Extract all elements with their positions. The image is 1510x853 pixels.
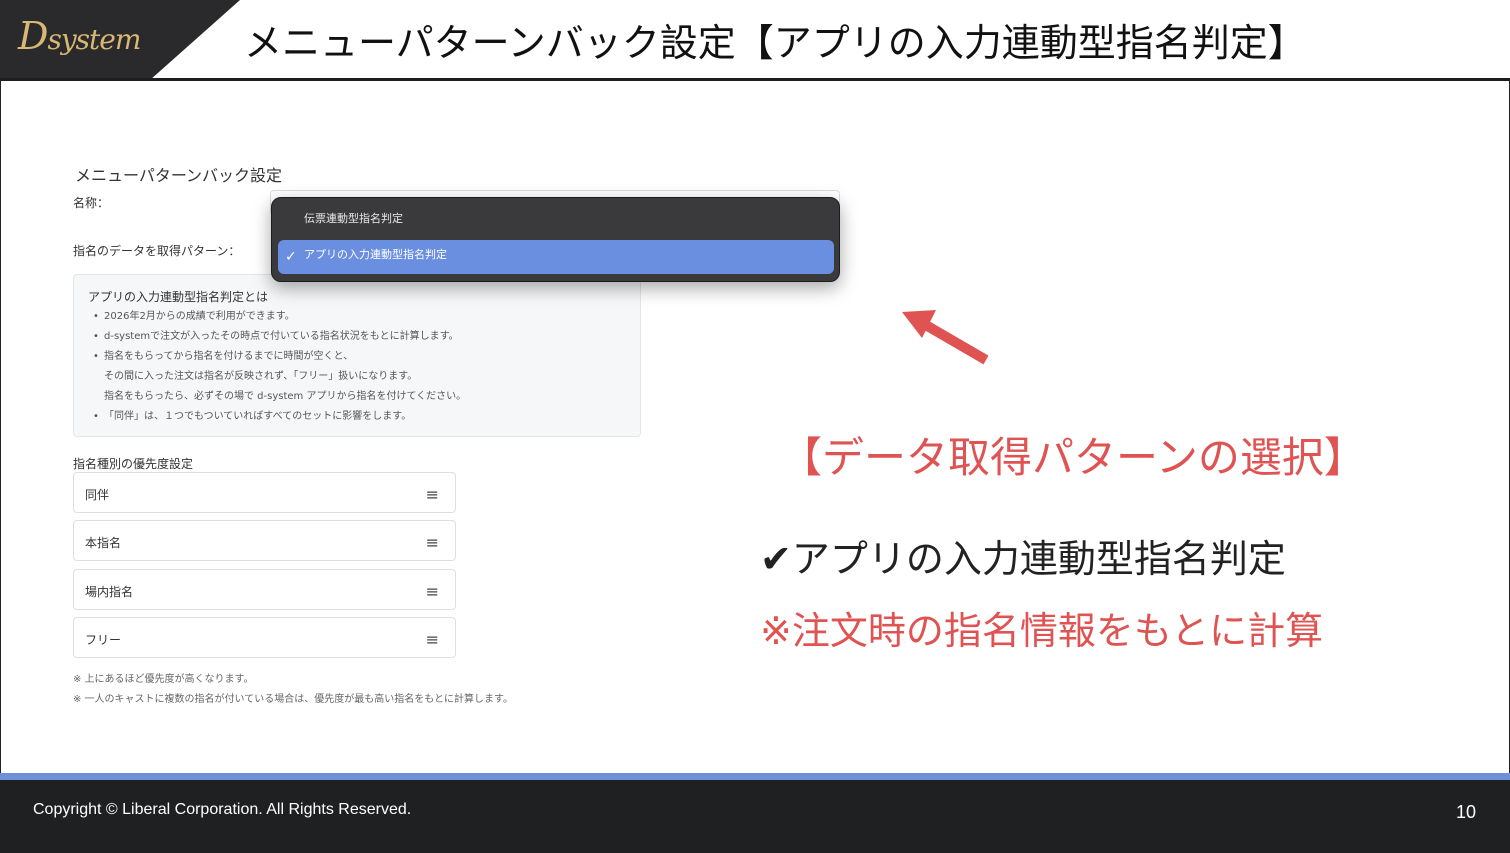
logo: Dsystem [0, 0, 240, 80]
priority-note: ※ 上にあるほど優先度が高くなります。 [73, 674, 254, 685]
footer-accent-bar [0, 773, 1510, 780]
dropdown-option-denpyo[interactable]: 伝票連動型指名判定 [304, 210, 403, 226]
drag-handle-icon[interactable]: ≡ [426, 582, 439, 601]
drag-handle-icon[interactable]: ≡ [426, 485, 439, 504]
callout-note: ※注文時の指名情報をもとに計算 [760, 609, 1324, 653]
copyright-text: Copyright © Liberal Corporation. All Rig… [33, 801, 412, 818]
slide-header: Dsystem メニューパターンバック設定【アプリの入力連動型指名判定】 [0, 0, 1510, 81]
logo-wordmark: system [47, 23, 141, 56]
priority-row-jonaishimei[interactable]: 場内指名 ≡ [73, 569, 456, 610]
drag-handle-icon[interactable]: ≡ [426, 630, 439, 649]
priority-note: ※ 一人のキャストに複数の指名が付いている場合は、優先度が最も高い指名をもとに計… [73, 694, 514, 705]
info-item: • d-systemで注文が入ったその時点で付いている指名状況をもとに計算します。 [93, 331, 459, 342]
callout-selected-option: ✔アプリの入力連動型指名判定 [760, 537, 1286, 581]
pattern-label: 指名のデータを取得パターン： [73, 244, 241, 258]
check-icon: ✓ [285, 249, 297, 265]
priority-row-label: 本指名 [85, 536, 122, 550]
info-item: • 「同伴」は、１つでもついていればすべてのセットに影響をします。 [93, 411, 412, 422]
red-arrow-icon [902, 310, 989, 365]
callout-title: 【データ取得パターンの選択】 [780, 433, 1366, 482]
info-item-continued: その間に入った注文は指名が反映されず、「フリー」扱いになります。 [104, 371, 418, 382]
info-title: アプリの入力連動型指名判定とは [88, 290, 269, 304]
pattern-dropdown-menu[interactable]: 伝票連動型指名判定 ✓ アプリの入力連動型指名判定 [271, 197, 840, 282]
info-box: アプリの入力連動型指名判定とは • 2026年2月からの成績で利用ができます。 •… [73, 274, 641, 437]
frame-left-edge [0, 80, 1, 774]
info-item: • 指名をもらってから指名を付けるまでに時間が空くと、 [93, 351, 354, 362]
panel-title: メニューパターンバック設定 [75, 166, 283, 185]
priority-row-honshimei[interactable]: 本指名 ≡ [73, 520, 456, 561]
info-list: • 2026年2月からの成績で利用ができます。 • d-systemで注文が入ったそ… [88, 307, 466, 427]
priority-row-label: 同伴 [85, 488, 110, 502]
priority-label: 指名種別の優先度設定 [73, 457, 194, 471]
header-divider [0, 78, 1510, 81]
priority-row-free[interactable]: フリー ≡ [73, 617, 456, 658]
slide-footer: Copyright © Liberal Corporation. All Rig… [0, 780, 1510, 853]
dropdown-option-label: アプリの入力連動型指名判定 [304, 248, 447, 261]
slide-title: メニューパターンバック設定【アプリの入力連動型指名判定】 [244, 21, 1306, 65]
info-item-continued: 指名をもらったら、必ずその場で d-system アプリから指名を付けてください… [104, 391, 467, 402]
logo-initial: D [18, 14, 48, 58]
priority-row-douhan[interactable]: 同伴 ≡ [73, 472, 456, 513]
page-number: 10 [1455, 802, 1476, 822]
priority-row-label: 場内指名 [85, 585, 134, 599]
priority-row-label: フリー [85, 633, 122, 647]
dropdown-option-app-selected[interactable]: ✓ アプリの入力連動型指名判定 [278, 240, 834, 274]
name-label: 名称： [73, 196, 110, 210]
drag-handle-icon[interactable]: ≡ [426, 533, 439, 552]
info-item: • 2026年2月からの成績で利用ができます。 [93, 311, 295, 322]
